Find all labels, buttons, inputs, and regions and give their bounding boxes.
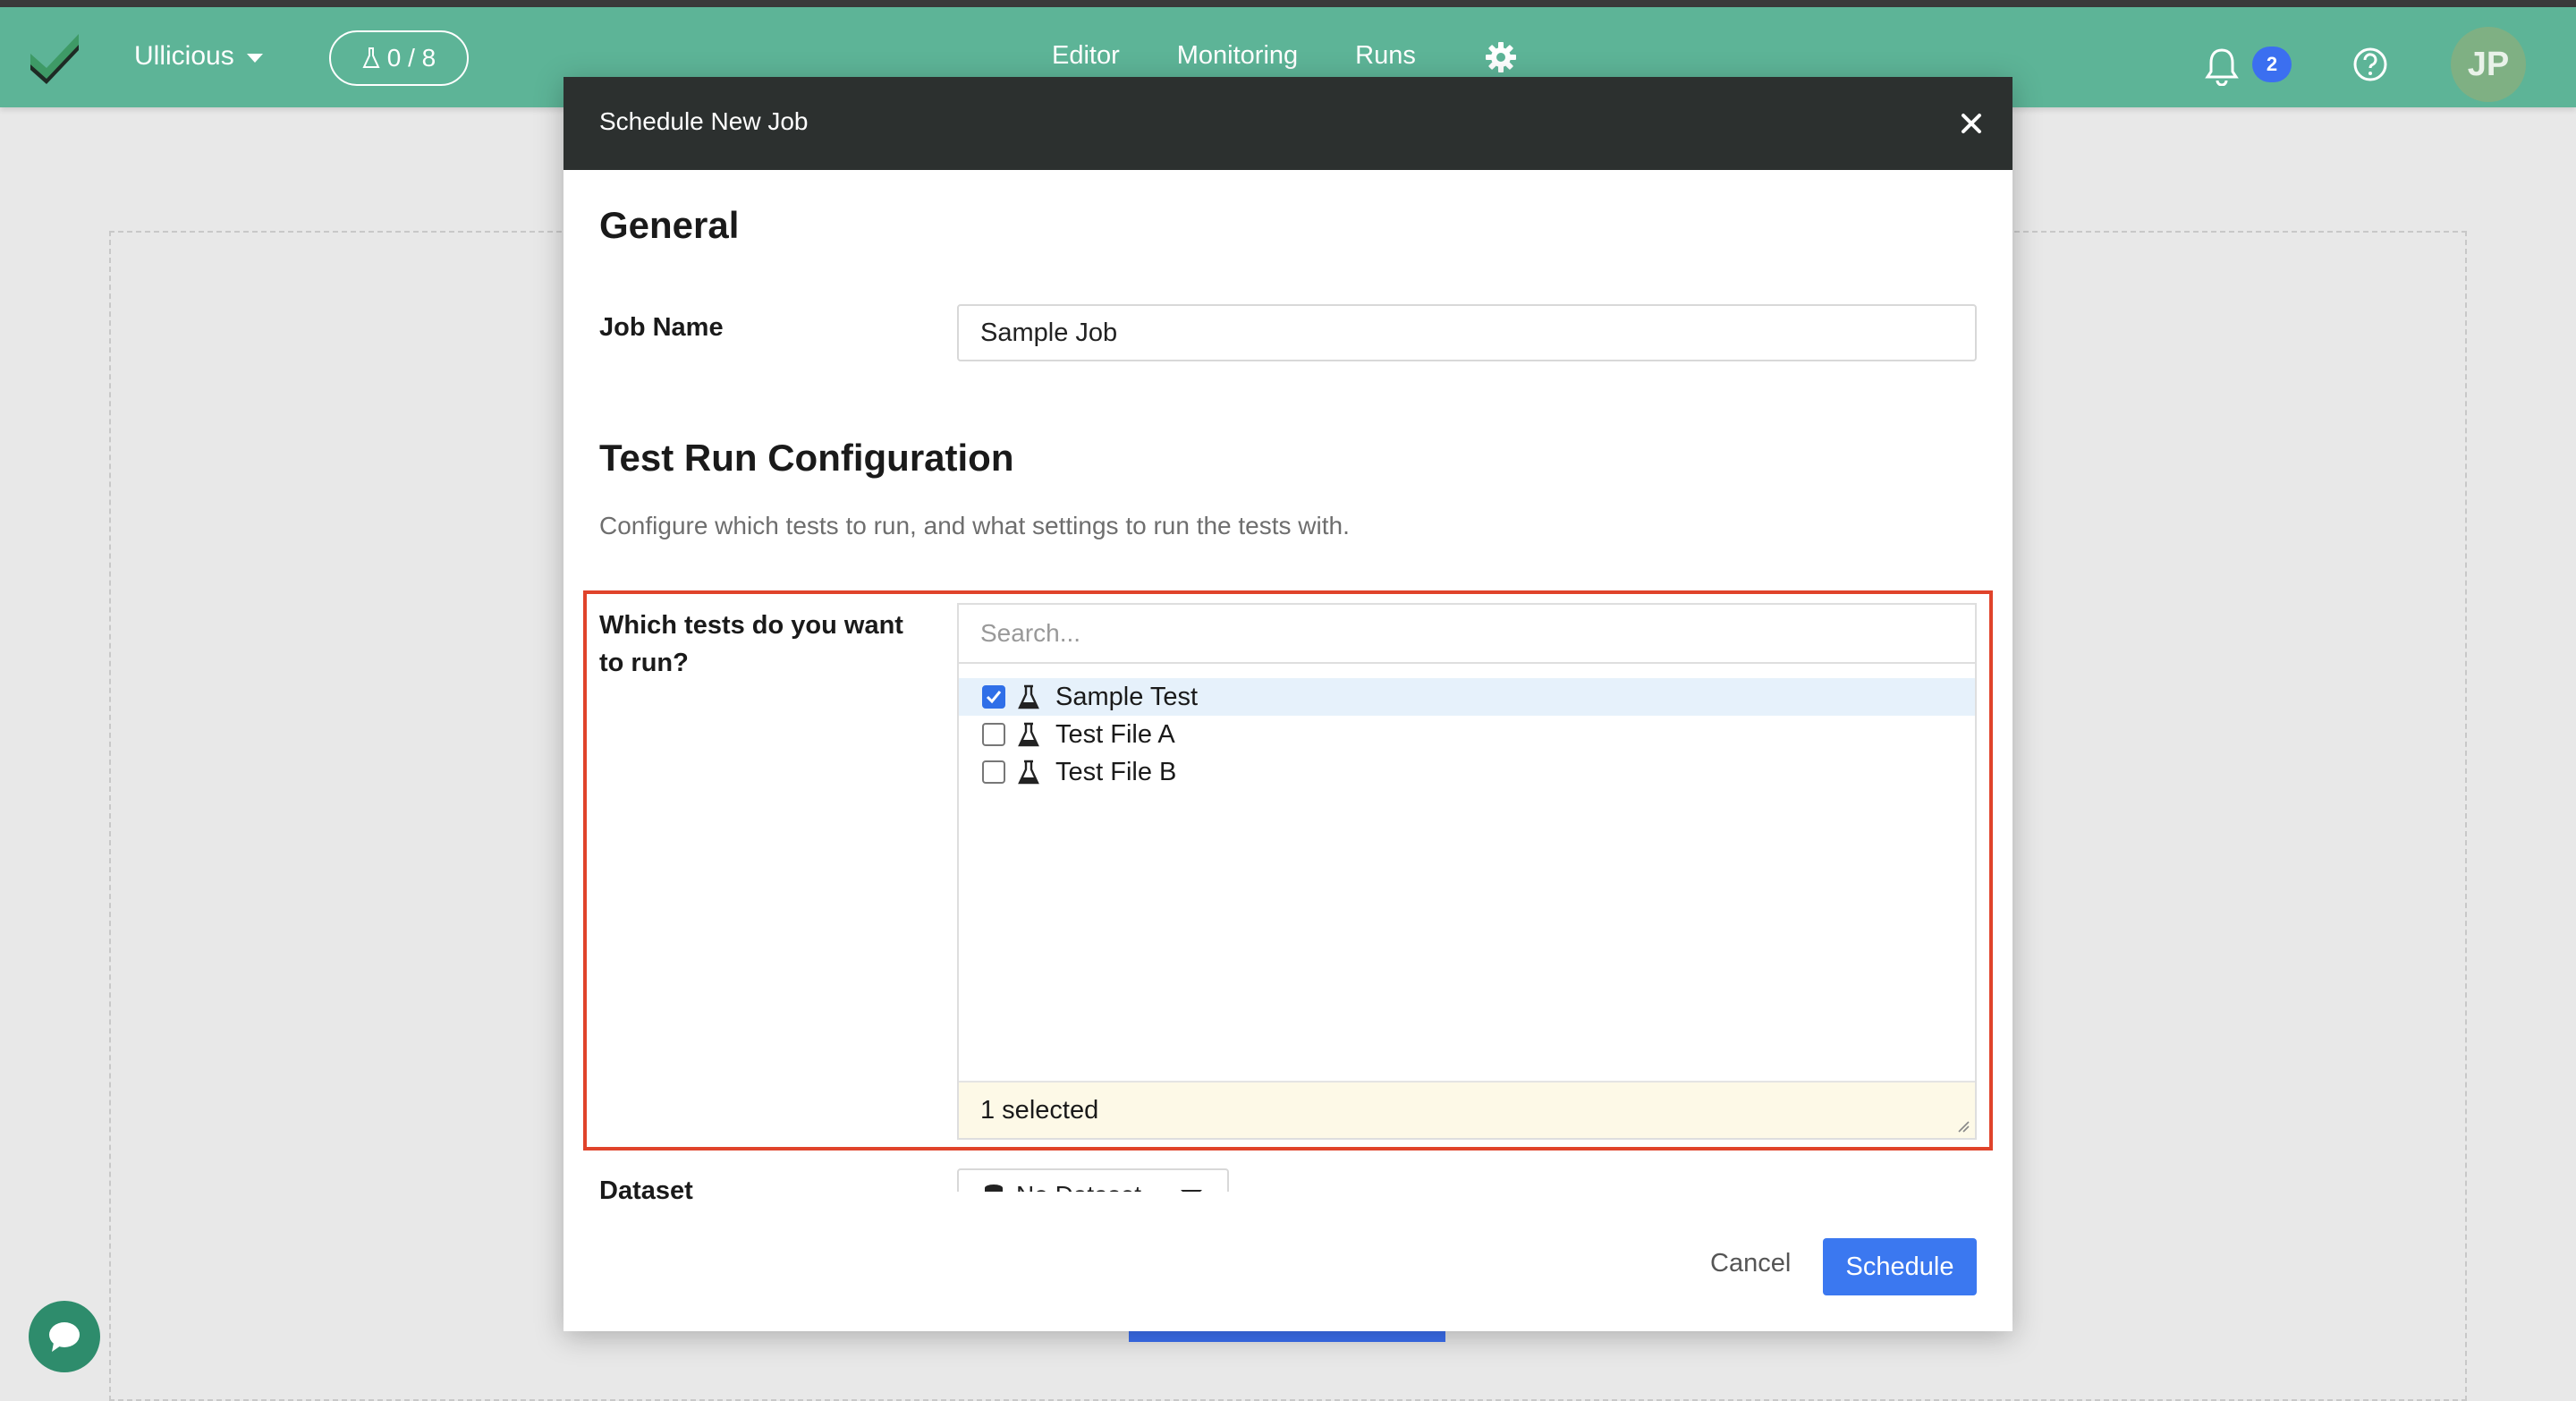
flask-icon: [1018, 722, 1039, 747]
resize-handle-icon[interactable]: [1957, 1120, 1970, 1133]
checkmark-icon: [986, 691, 1002, 704]
job-name-label: Job Name: [599, 313, 724, 342]
project-name: Ullicious: [134, 41, 234, 71]
config-heading: Test Run Configuration: [599, 437, 1014, 479]
test-option-label: Sample Test: [1055, 682, 1199, 711]
chevron-down-icon: [1181, 1190, 1203, 1192]
search-placeholder: Search...: [980, 619, 1081, 647]
selection-summary: 1 selected: [959, 1081, 1975, 1138]
notification-badge[interactable]: 2: [2252, 47, 2292, 82]
window-top-edge: [0, 0, 2576, 7]
schedule-job-modal: Schedule New Job General Job Name Sample…: [564, 77, 2012, 1331]
job-name-input[interactable]: Sample Job: [957, 304, 1977, 361]
flask-icon: [362, 47, 380, 68]
test-picker: Search... Sample Test Test File A Test F…: [957, 603, 1977, 1140]
dataset-field-clip: No Dataset: [564, 1165, 2012, 1192]
test-option-test-file-a[interactable]: Test File A: [959, 716, 1975, 753]
nav-link-monitoring[interactable]: Monitoring: [1177, 41, 1298, 71]
flask-icon: [1018, 760, 1039, 785]
job-name-value: Sample Job: [980, 318, 1118, 347]
bell-icon[interactable]: [2204, 47, 2240, 86]
test-option-test-file-b[interactable]: Test File B: [959, 753, 1975, 791]
test-counter: 0 / 8: [386, 44, 436, 72]
chevron-down-icon: [246, 54, 263, 63]
database-icon: [985, 1184, 1003, 1192]
dataset-value: No Dataset: [1016, 1181, 1141, 1192]
test-checkbox-sample-test[interactable]: [982, 685, 1005, 709]
nav-link-editor[interactable]: Editor: [1052, 41, 1120, 71]
flask-icon: [1018, 684, 1039, 709]
test-option-sample-test[interactable]: Sample Test: [959, 678, 1975, 716]
user-avatar[interactable]: JP: [2451, 27, 2526, 102]
test-checkbox-test-file-b[interactable]: [982, 760, 1005, 784]
test-option-label: Test File B: [1055, 757, 1177, 786]
schedule-button[interactable]: Schedule: [1823, 1238, 1977, 1295]
test-search-input[interactable]: Search...: [959, 605, 1975, 664]
test-option-label: Test File A: [1055, 719, 1175, 749]
tests-label: Which tests do you want to run?: [599, 611, 903, 677]
general-heading: General: [599, 204, 740, 246]
main-nav: Editor Monitoring Runs: [1052, 41, 1416, 71]
config-description: Configure which tests to run, and what s…: [599, 512, 1350, 539]
app-logo[interactable]: [27, 32, 82, 88]
dataset-dropdown[interactable]: No Dataset: [957, 1168, 1229, 1192]
chat-bubble-icon: [49, 1322, 80, 1352]
modal-title: Schedule New Job: [599, 107, 809, 135]
gear-icon[interactable]: [1485, 41, 1517, 73]
test-counter-pill[interactable]: 0 / 8: [329, 30, 469, 86]
modal-header: Schedule New Job: [564, 77, 2012, 170]
test-checkbox-test-file-a[interactable]: [982, 723, 1005, 746]
project-selector[interactable]: Ullicious: [134, 41, 263, 72]
nav-link-runs[interactable]: Runs: [1355, 41, 1416, 71]
selected-count: 1 selected: [980, 1095, 1099, 1125]
help-icon[interactable]: [2352, 47, 2388, 82]
close-icon[interactable]: [1955, 107, 1987, 140]
chat-button[interactable]: [29, 1301, 100, 1372]
cancel-button[interactable]: Cancel: [1710, 1249, 1791, 1278]
